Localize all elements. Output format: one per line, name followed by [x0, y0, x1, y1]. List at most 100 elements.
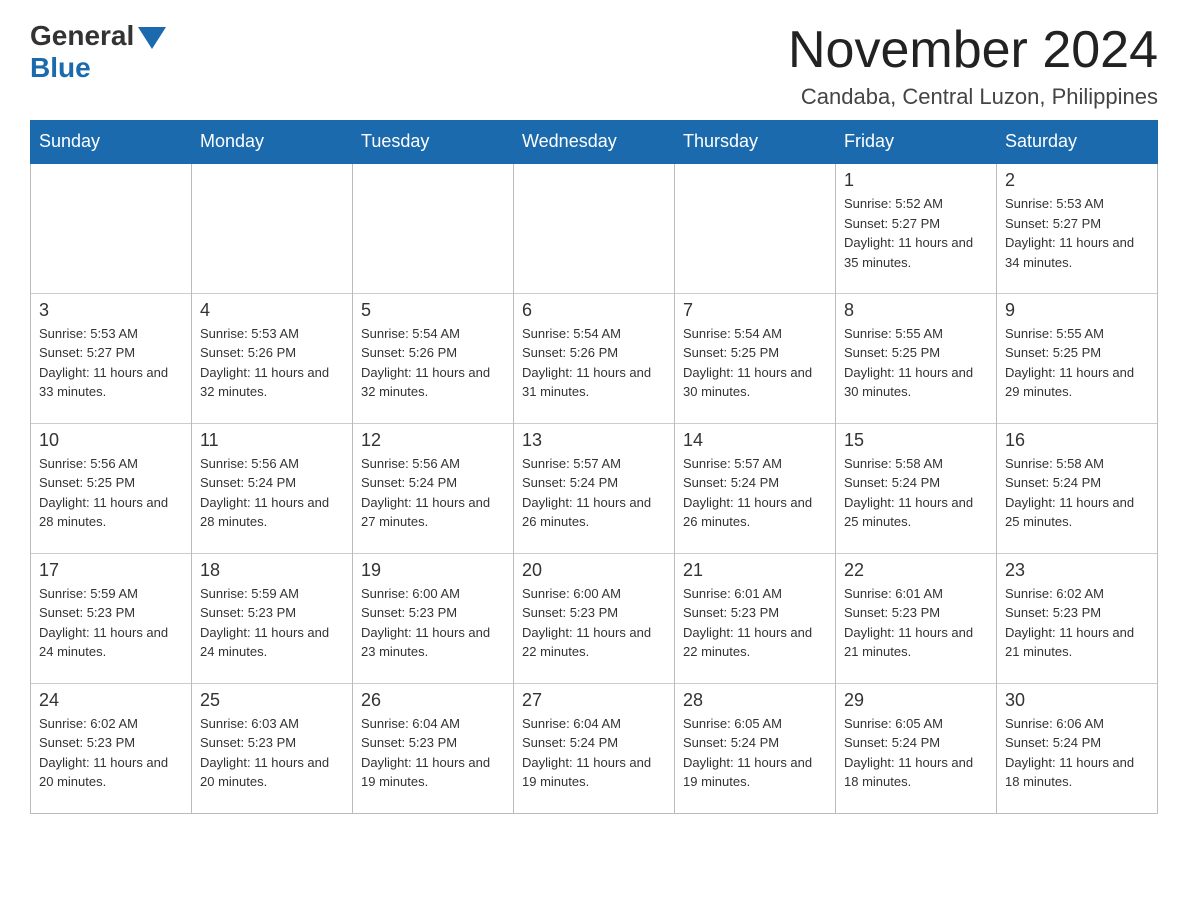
day-number: 22	[844, 560, 988, 581]
day-info: Sunrise: 6:00 AM Sunset: 5:23 PM Dayligh…	[522, 584, 666, 662]
day-number: 2	[1005, 170, 1149, 191]
calendar-cell	[192, 163, 353, 293]
logo: General Blue	[30, 20, 166, 84]
day-info: Sunrise: 6:02 AM Sunset: 5:23 PM Dayligh…	[1005, 584, 1149, 662]
calendar-cell: 2Sunrise: 5:53 AM Sunset: 5:27 PM Daylig…	[997, 163, 1158, 293]
day-info: Sunrise: 5:59 AM Sunset: 5:23 PM Dayligh…	[39, 584, 183, 662]
day-number: 18	[200, 560, 344, 581]
day-info: Sunrise: 5:56 AM Sunset: 5:25 PM Dayligh…	[39, 454, 183, 532]
day-number: 8	[844, 300, 988, 321]
weekday-header-friday: Friday	[836, 121, 997, 164]
day-info: Sunrise: 6:01 AM Sunset: 5:23 PM Dayligh…	[844, 584, 988, 662]
day-number: 19	[361, 560, 505, 581]
weekday-header-saturday: Saturday	[997, 121, 1158, 164]
location-title: Candaba, Central Luzon, Philippines	[788, 84, 1158, 110]
calendar-cell: 10Sunrise: 5:56 AM Sunset: 5:25 PM Dayli…	[31, 423, 192, 553]
day-number: 11	[200, 430, 344, 451]
calendar-cell: 9 Sunrise: 5:55 AM Sunset: 5:25 PM Daylig…	[997, 293, 1158, 423]
day-number: 16	[1005, 430, 1149, 451]
day-info: Sunrise: 5:58 AM Sunset: 5:24 PM Dayligh…	[844, 454, 988, 532]
calendar-cell	[675, 163, 836, 293]
logo-top: General	[30, 20, 166, 52]
weekday-header-wednesday: Wednesday	[514, 121, 675, 164]
day-number: 27	[522, 690, 666, 711]
day-number: 20	[522, 560, 666, 581]
weekday-header-monday: Monday	[192, 121, 353, 164]
calendar-cell: 22 Sunrise: 6:01 AM Sunset: 5:23 PM Dayli…	[836, 553, 997, 683]
calendar-cell: 28Sunrise: 6:05 AM Sunset: 5:24 PM Dayli…	[675, 683, 836, 813]
calendar-cell: 13 Sunrise: 5:57 AM Sunset: 5:24 PM Dayli…	[514, 423, 675, 553]
day-info: Sunrise: 5:54 AM Sunset: 5:25 PM Dayligh…	[683, 324, 827, 402]
day-info: Sunrise: 5:55 AM Sunset: 5:25 PM Dayligh…	[1005, 324, 1149, 402]
calendar-cell: 14 Sunrise: 5:57 AM Sunset: 5:24 PM Dayli…	[675, 423, 836, 553]
day-info: Sunrise: 5:53 AM Sunset: 5:27 PM Dayligh…	[39, 324, 183, 402]
day-number: 25	[200, 690, 344, 711]
weekday-header-tuesday: Tuesday	[353, 121, 514, 164]
day-info: Sunrise: 5:55 AM Sunset: 5:25 PM Dayligh…	[844, 324, 988, 402]
logo-general-text: General	[30, 20, 134, 52]
calendar-cell: 24Sunrise: 6:02 AM Sunset: 5:23 PM Dayli…	[31, 683, 192, 813]
day-number: 12	[361, 430, 505, 451]
calendar-cell: 19 Sunrise: 6:00 AM Sunset: 5:23 PM Dayli…	[353, 553, 514, 683]
month-title: November 2024	[788, 20, 1158, 80]
calendar-table: SundayMondayTuesdayWednesdayThursdayFrid…	[30, 120, 1158, 814]
calendar-cell: 7 Sunrise: 5:54 AM Sunset: 5:25 PM Daylig…	[675, 293, 836, 423]
calendar-cell: 12 Sunrise: 5:56 AM Sunset: 5:24 PM Dayli…	[353, 423, 514, 553]
page-header: General Blue November 2024 Candaba, Cent…	[30, 20, 1158, 110]
day-info: Sunrise: 5:56 AM Sunset: 5:24 PM Dayligh…	[361, 454, 505, 532]
logo-triangle-icon	[138, 27, 166, 49]
day-number: 4	[200, 300, 344, 321]
calendar-cell: 29Sunrise: 6:05 AM Sunset: 5:24 PM Dayli…	[836, 683, 997, 813]
calendar-week-1: 3 Sunrise: 5:53 AM Sunset: 5:27 PM Daylig…	[31, 293, 1158, 423]
day-info: Sunrise: 6:00 AM Sunset: 5:23 PM Dayligh…	[361, 584, 505, 662]
calendar-cell: 3 Sunrise: 5:53 AM Sunset: 5:27 PM Daylig…	[31, 293, 192, 423]
calendar-cell	[353, 163, 514, 293]
day-number: 3	[39, 300, 183, 321]
calendar-week-0: 1 Sunrise: 5:52 AM Sunset: 5:27 PM Daylig…	[31, 163, 1158, 293]
day-info: Sunrise: 5:56 AM Sunset: 5:24 PM Dayligh…	[200, 454, 344, 532]
day-info: Sunrise: 5:52 AM Sunset: 5:27 PM Dayligh…	[844, 194, 988, 272]
day-info: Sunrise: 5:54 AM Sunset: 5:26 PM Dayligh…	[522, 324, 666, 402]
day-number: 13	[522, 430, 666, 451]
day-number: 7	[683, 300, 827, 321]
calendar-cell: 15 Sunrise: 5:58 AM Sunset: 5:24 PM Dayli…	[836, 423, 997, 553]
calendar-cell: 11 Sunrise: 5:56 AM Sunset: 5:24 PM Dayli…	[192, 423, 353, 553]
title-area: November 2024 Candaba, Central Luzon, Ph…	[788, 20, 1158, 110]
logo-blue-text: Blue	[30, 52, 91, 84]
day-number: 29	[844, 690, 988, 711]
day-info: Sunrise: 5:58 AM Sunset: 5:24 PM Dayligh…	[1005, 454, 1149, 532]
day-number: 17	[39, 560, 183, 581]
calendar-cell: 27 Sunrise: 6:04 AM Sunset: 5:24 PM Dayli…	[514, 683, 675, 813]
day-number: 15	[844, 430, 988, 451]
day-number: 28	[683, 690, 827, 711]
calendar-cell: 16 Sunrise: 5:58 AM Sunset: 5:24 PM Dayli…	[997, 423, 1158, 553]
weekday-header-sunday: Sunday	[31, 121, 192, 164]
calendar-cell: 21 Sunrise: 6:01 AM Sunset: 5:23 PM Dayli…	[675, 553, 836, 683]
day-info: Sunrise: 5:57 AM Sunset: 5:24 PM Dayligh…	[522, 454, 666, 532]
day-info: Sunrise: 6:04 AM Sunset: 5:24 PM Dayligh…	[522, 714, 666, 792]
calendar-cell: 30Sunrise: 6:06 AM Sunset: 5:24 PM Dayli…	[997, 683, 1158, 813]
day-info: Sunrise: 5:54 AM Sunset: 5:26 PM Dayligh…	[361, 324, 505, 402]
calendar-cell: 25Sunrise: 6:03 AM Sunset: 5:23 PM Dayli…	[192, 683, 353, 813]
calendar-cell: 18Sunrise: 5:59 AM Sunset: 5:23 PM Dayli…	[192, 553, 353, 683]
calendar-cell: 4 Sunrise: 5:53 AM Sunset: 5:26 PM Daylig…	[192, 293, 353, 423]
calendar-cell: 20 Sunrise: 6:00 AM Sunset: 5:23 PM Dayli…	[514, 553, 675, 683]
calendar-cell	[514, 163, 675, 293]
day-number: 14	[683, 430, 827, 451]
calendar-cell: 8 Sunrise: 5:55 AM Sunset: 5:25 PM Daylig…	[836, 293, 997, 423]
day-number: 24	[39, 690, 183, 711]
day-info: Sunrise: 5:53 AM Sunset: 5:26 PM Dayligh…	[200, 324, 344, 402]
day-number: 9	[1005, 300, 1149, 321]
day-info: Sunrise: 6:01 AM Sunset: 5:23 PM Dayligh…	[683, 584, 827, 662]
day-number: 26	[361, 690, 505, 711]
calendar-cell: 23Sunrise: 6:02 AM Sunset: 5:23 PM Dayli…	[997, 553, 1158, 683]
day-number: 5	[361, 300, 505, 321]
day-number: 1	[844, 170, 988, 191]
calendar-cell: 26Sunrise: 6:04 AM Sunset: 5:23 PM Dayli…	[353, 683, 514, 813]
weekday-header-thursday: Thursday	[675, 121, 836, 164]
calendar-cell	[31, 163, 192, 293]
calendar-cell: 17 Sunrise: 5:59 AM Sunset: 5:23 PM Dayli…	[31, 553, 192, 683]
day-info: Sunrise: 5:57 AM Sunset: 5:24 PM Dayligh…	[683, 454, 827, 532]
day-number: 21	[683, 560, 827, 581]
calendar-header-row: SundayMondayTuesdayWednesdayThursdayFrid…	[31, 121, 1158, 164]
